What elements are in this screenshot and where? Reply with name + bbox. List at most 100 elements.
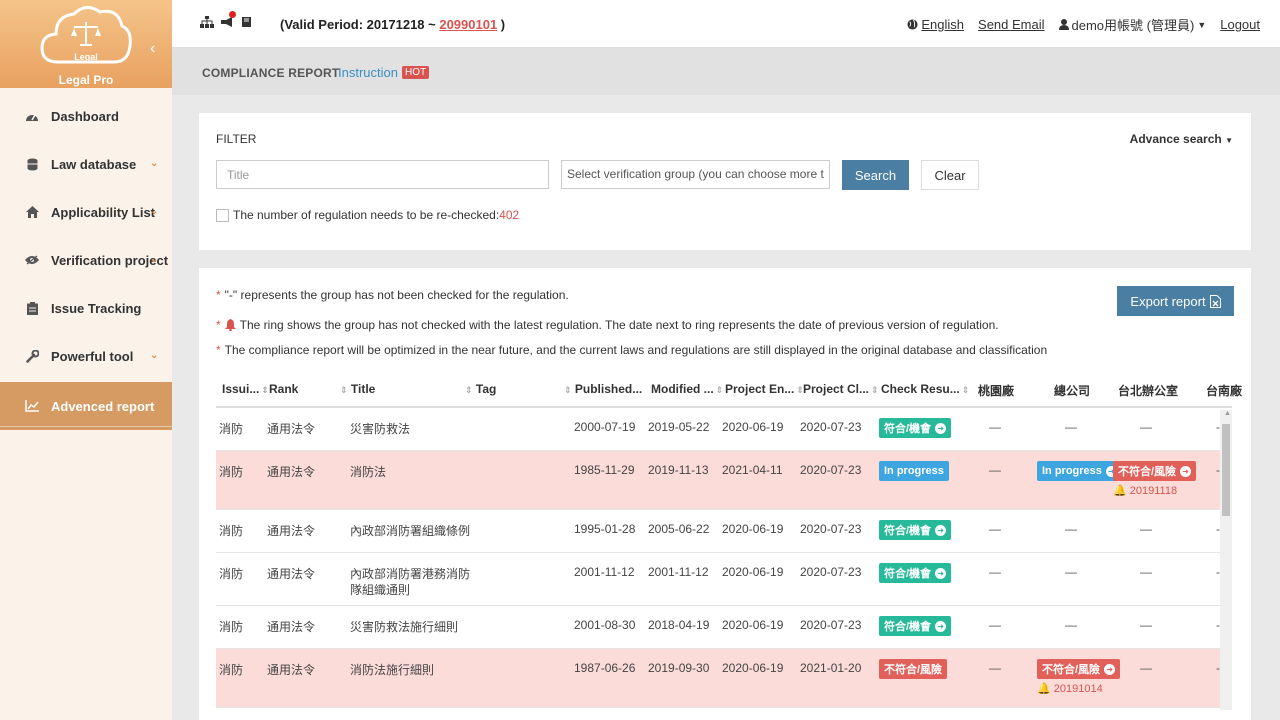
check-result-badge[interactable]: In progress xyxy=(879,461,949,481)
valid-period-suffix: ) xyxy=(497,17,506,32)
title-search-input[interactable] xyxy=(216,160,549,189)
logout-link[interactable]: Logout xyxy=(1220,17,1260,32)
eye-icon xyxy=(24,252,40,268)
sidebar-item-advenced-report[interactable]: Advenced report xyxy=(0,382,172,430)
check-result-badge[interactable]: 符合/機會 ➜ xyxy=(879,418,952,438)
cell-project-close: 2020-07-23 xyxy=(800,522,862,536)
cell-issuer: 消防 xyxy=(219,465,244,479)
sidebar-item-powerful-tool[interactable]: Powerful tool ⌄ xyxy=(0,332,172,380)
brand-name: Legal Pro xyxy=(58,73,114,87)
check-result-badge[interactable]: 符合/機會 ➜ xyxy=(879,520,952,540)
col-label: Rank xyxy=(269,382,299,396)
col-rank[interactable]: Rank xyxy=(269,382,298,396)
sidebar-item-label: Powerful tool xyxy=(51,348,134,364)
home-icon xyxy=(24,204,40,220)
arrow-circle-right-icon: ➜ xyxy=(1104,663,1116,675)
sort-icon: ⇕ xyxy=(340,385,348,395)
table-row[interactable]: 消防 通用法令 消防法 1985-11-29 2019-11-13 2021-04-11 2… xyxy=(216,451,1220,510)
scroll-up-arrow-icon[interactable]: ▲ xyxy=(1224,410,1231,417)
cell-modified: 2018-04-19 xyxy=(648,618,710,632)
verification-group-select[interactable]: Select verification group (you can choos… xyxy=(561,160,830,189)
col-tag[interactable]: ⇕ Tag xyxy=(463,382,496,396)
cell-modified: 2019-11-13 xyxy=(648,463,709,477)
col-issuer[interactable]: Issui... ⇕ xyxy=(222,382,269,396)
asterisk: * xyxy=(216,318,221,332)
col-check-result[interactable]: Check Resu... ⇕ xyxy=(881,382,969,396)
cell-title[interactable]: 消防法 xyxy=(350,463,386,480)
table-scrollbar[interactable] xyxy=(1220,410,1232,710)
group-3-status-badge[interactable]: 不符合/風險 ➜ xyxy=(1113,461,1197,481)
arrow-circle-right-icon: ➜ xyxy=(1180,465,1192,477)
clear-button[interactable]: Clear xyxy=(921,160,979,190)
sidebar-item-issue-tracking[interactable]: Issue Tracking xyxy=(0,284,172,332)
topbar-right: English Send Email demo用帳號 (管理員) ▼ Logou… xyxy=(907,15,1260,34)
cell-title[interactable]: 內政部消防署組織條例 xyxy=(350,522,470,539)
bullhorn-icon[interactable] xyxy=(220,11,236,31)
cell-title[interactable]: 內政部消防署港務消防 xyxy=(350,565,470,582)
cell-title[interactable]: 災害防救法 xyxy=(350,420,410,437)
col-project-end[interactable]: Project En... ⇕ xyxy=(725,382,804,396)
arrow-circle-right-icon: ➜ xyxy=(935,524,947,536)
cell-rank: 通用法令 xyxy=(267,663,316,677)
cell-issuer: 消防 xyxy=(219,422,244,436)
sidebar-item-dashboard[interactable]: Dashboard xyxy=(0,92,172,140)
col-title[interactable]: ⇕ Title xyxy=(338,382,375,396)
group-2-status-badge[interactable]: 不符合/風險 ➜ xyxy=(1037,659,1121,679)
col-label: Published... xyxy=(574,382,643,396)
cell-group-1: — xyxy=(989,565,1001,579)
search-button[interactable]: Search xyxy=(842,160,909,190)
cell-published: 2001-08-30 xyxy=(574,618,636,632)
check-result-badge[interactable]: 符合/機會 ➜ xyxy=(879,563,952,583)
sidebar-item-label: Applicability List xyxy=(51,204,156,220)
instruction-link[interactable]: Instruction xyxy=(338,65,398,80)
cell-title[interactable]: 災害防救法施行細則 xyxy=(350,618,458,635)
col-modified[interactable]: Modified ... ⇕ xyxy=(651,382,723,396)
cell-title[interactable]: 消防法施行細則 xyxy=(350,661,434,678)
send-email-link[interactable]: Send Email xyxy=(978,17,1044,32)
group-2-status-badge[interactable]: In progress ➜ xyxy=(1037,461,1122,481)
note-text: The ring shows the group has not checked… xyxy=(239,318,999,332)
topbar-icons xyxy=(200,11,252,31)
language-link[interactable]: English xyxy=(921,17,964,32)
collapse-sidebar-icon[interactable]: ‹ xyxy=(150,40,155,58)
table-row[interactable]: 消防 通用法令 消防法施行細則 1987-06-26 2019-09-30 2020-06… xyxy=(216,649,1220,708)
check-result-badge[interactable]: 符合/機會 ➜ xyxy=(879,616,952,636)
sidebar-item-verification-project[interactable]: Verification project ⌄ xyxy=(0,236,172,284)
table-row[interactable]: 消防 通用法令 內政部消防署組織條例 1995-01-28 2005-06-22 2020… xyxy=(216,510,1220,553)
sidebar: Legal Legal Pro ‹ Dashboard Law database… xyxy=(0,0,172,720)
cell-issuer: 消防 xyxy=(219,524,244,538)
sidebar-item-law-database[interactable]: Law database ⌄ xyxy=(0,140,172,188)
language-switcher[interactable]: English xyxy=(907,17,964,32)
valid-period-end[interactable]: 20990101 xyxy=(439,17,497,32)
asterisk: * xyxy=(216,288,221,302)
col-label: Modified ... xyxy=(651,382,714,396)
recheck-checkbox[interactable] xyxy=(216,208,229,222)
scrollbar-thumb[interactable] xyxy=(1222,424,1230,516)
badge-label: 符合/機會 xyxy=(884,525,932,537)
sidebar-item-applicability-list[interactable]: Applicability List ⌄ xyxy=(0,188,172,236)
cell-group-1: — xyxy=(989,463,1001,477)
cell-rank: 通用法令 xyxy=(267,620,316,634)
table-row[interactable]: 消防 通用法令 內政部消防署港務消防 隊組織通則 2001-11-12 2001-11-1… xyxy=(216,553,1220,606)
sitemap-icon[interactable] xyxy=(200,16,214,31)
badge-label: In progress xyxy=(884,465,944,477)
user-menu[interactable]: demo用帳號 (管理員) ▼ xyxy=(1058,15,1206,34)
recheck-filter: The number of regulation needs to be re-… xyxy=(216,208,519,222)
col-published[interactable]: ⇕ Published... xyxy=(562,382,642,396)
col-project-close[interactable]: Project Cl... ⇕ xyxy=(803,382,879,396)
advance-search-toggle[interactable]: Advance search ▼ xyxy=(1130,132,1233,146)
cell-group-3: — xyxy=(1140,661,1152,675)
table-row[interactable]: 消防 通用法令 災害防救法 2000-07-19 2019-05-22 2020-06-1… xyxy=(216,408,1220,451)
cell-published: 2000-07-19 xyxy=(574,420,636,434)
col-group-4: 台南廠 xyxy=(1206,384,1243,398)
report-panel: * "-" represents the group has not been c… xyxy=(199,268,1251,720)
export-report-button[interactable]: Export report xyxy=(1117,286,1234,316)
book-icon[interactable] xyxy=(241,16,252,31)
cell-published: 1987-06-26 xyxy=(574,661,636,675)
check-result-badge[interactable]: 不符合/風險 xyxy=(879,659,948,679)
recheck-label: The number of regulation needs to be re-… xyxy=(233,208,500,222)
cell-modified: 2019-09-30 xyxy=(648,661,710,675)
sidebar-item-label: Issue Tracking xyxy=(51,300,142,316)
col-group-1: 桃園廠 xyxy=(978,384,1015,398)
table-row[interactable]: 消防 通用法令 災害防救法施行細則 2001-08-30 2018-04-19 2020-… xyxy=(216,606,1220,649)
